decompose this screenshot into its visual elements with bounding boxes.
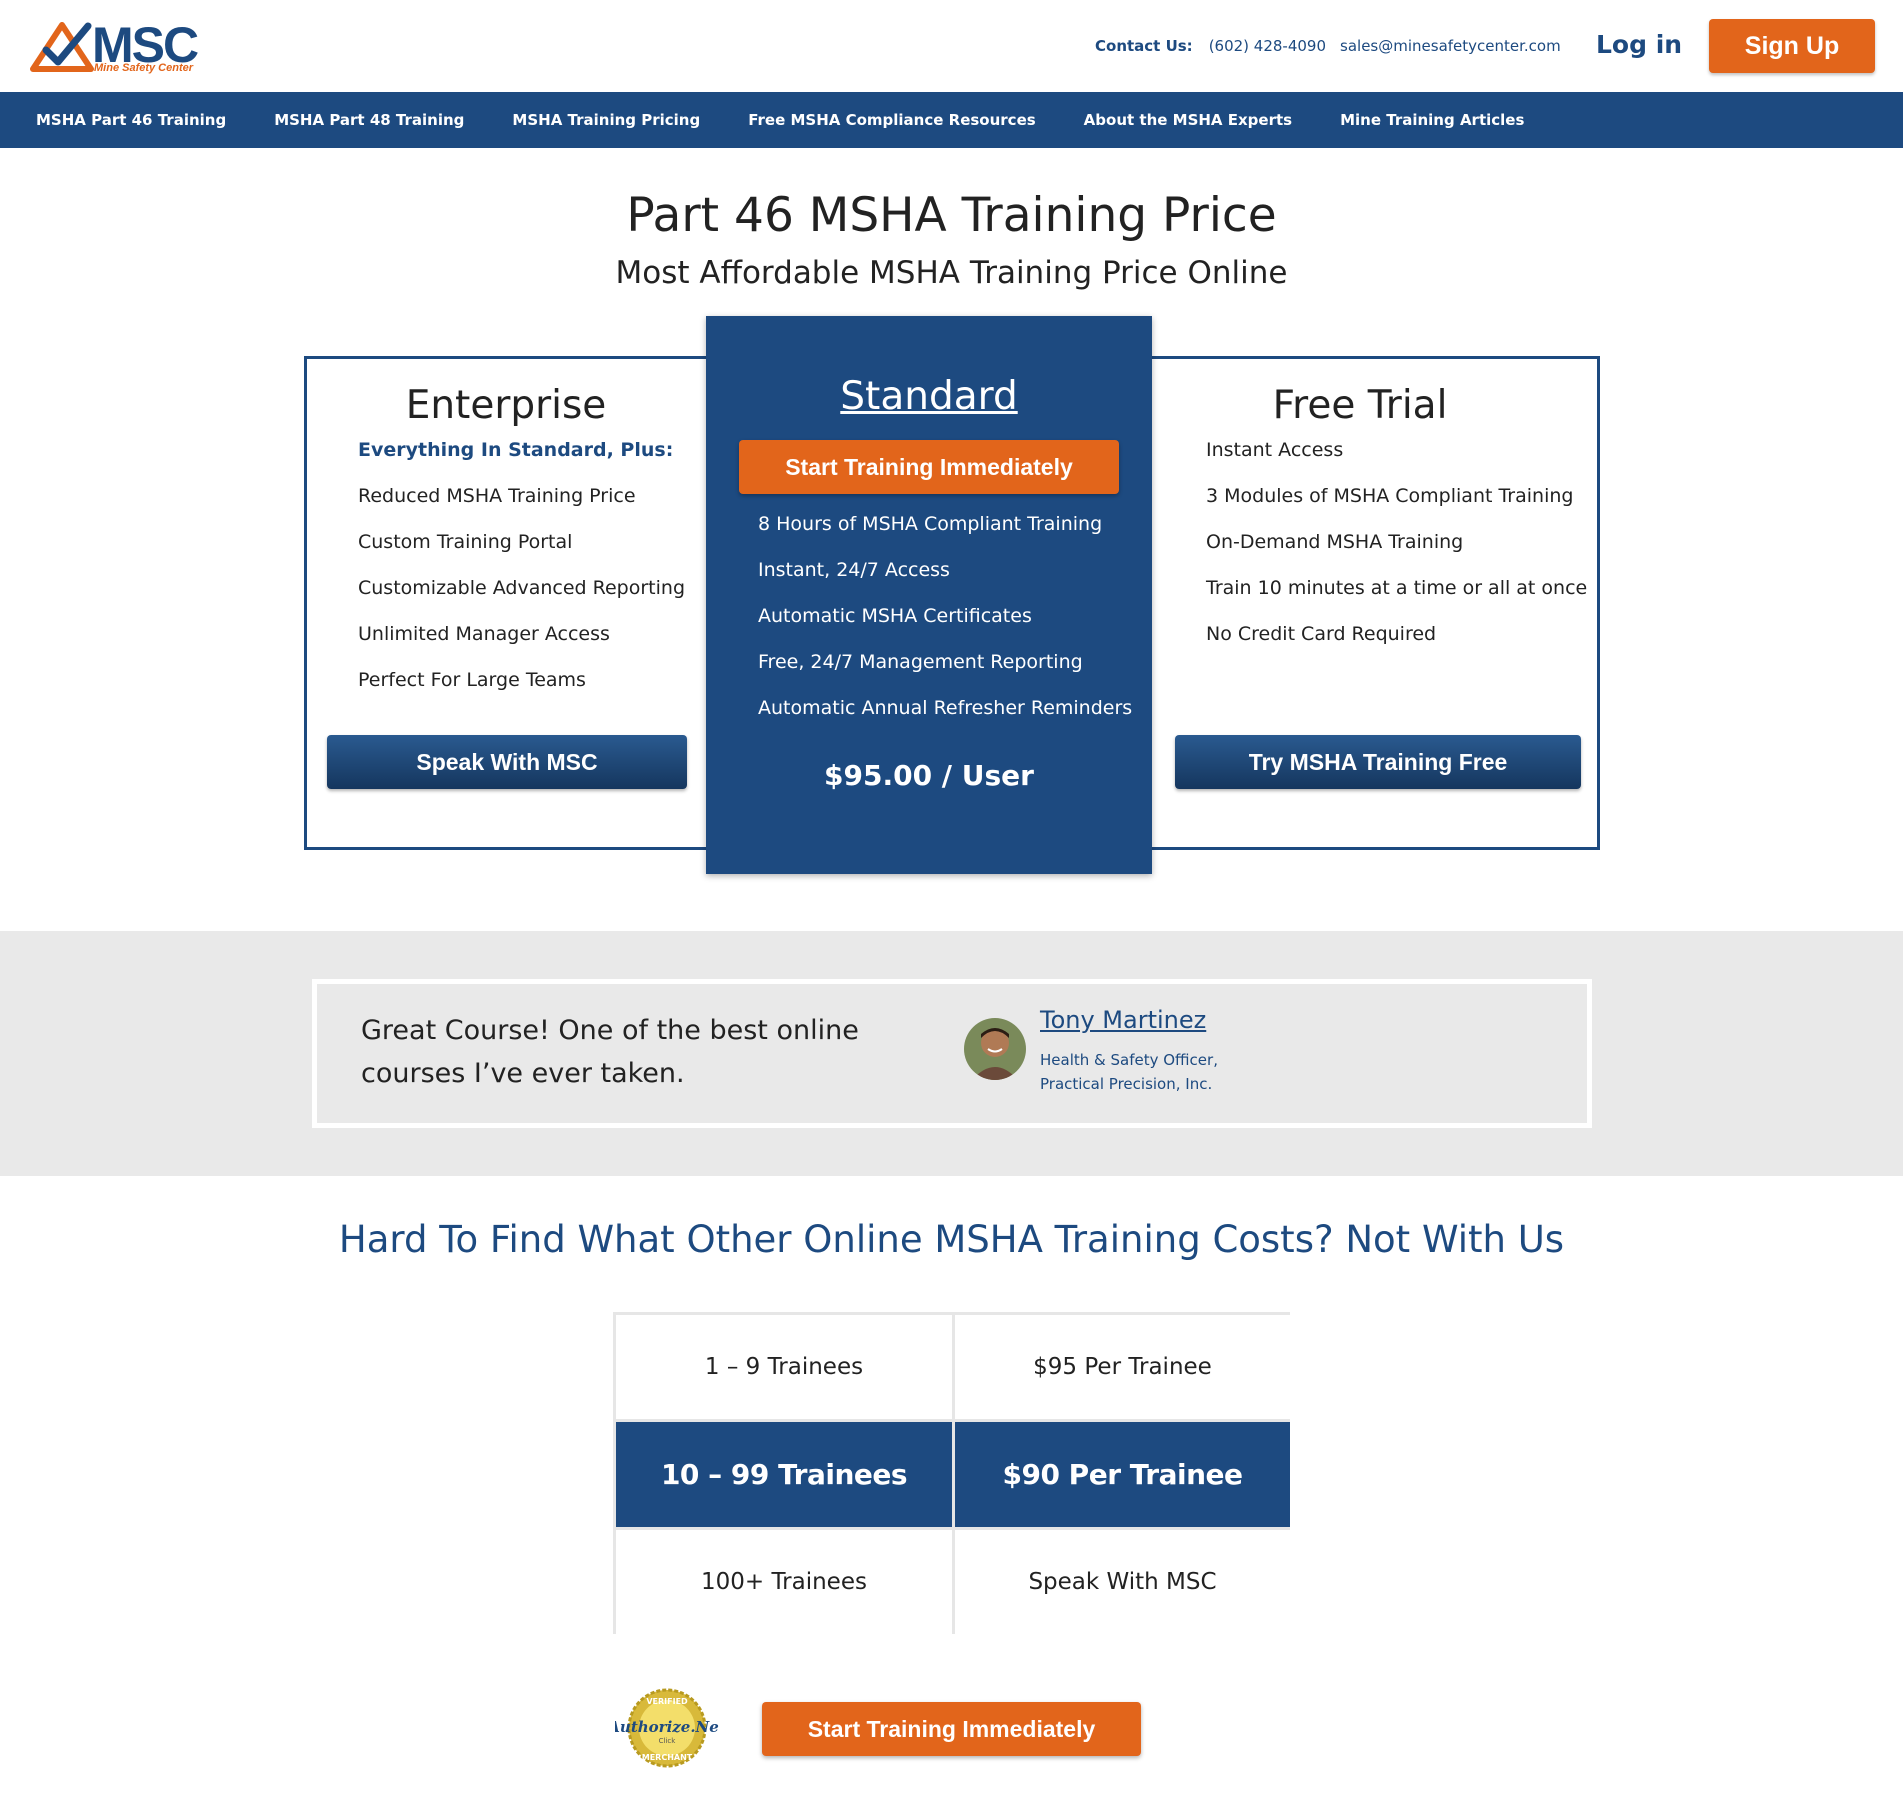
testimonial-role: Health & Safety Officer, Practical Preci… bbox=[1040, 1048, 1218, 1096]
main-nav: MSHA Part 46 Training MSHA Part 48 Train… bbox=[0, 92, 1903, 148]
plan-card-enterprise: Enterprise Everything In Standard, Plus:… bbox=[304, 356, 724, 850]
page-subtitle: Most Affordable MSHA Training Price Onli… bbox=[615, 255, 1288, 291]
authorize-net-seal[interactable]: VERIFIED Authorize.Net Click MERCHANT bbox=[606, 1688, 726, 1768]
plan-feature: Instant, 24/7 Access bbox=[758, 559, 950, 581]
nav-item-part48[interactable]: MSHA Part 48 Training bbox=[274, 111, 464, 129]
table-cell-price: $95 Per Trainee bbox=[955, 1315, 1290, 1419]
logo-subtitle: Mine Safety Center bbox=[94, 62, 194, 74]
nav-item-part46[interactable]: MSHA Part 46 Training bbox=[36, 111, 226, 129]
avatar bbox=[964, 1018, 1026, 1080]
seal-text: Authorize.Net bbox=[615, 1718, 719, 1736]
table-cell-price-highlighted: $90 Per Trainee bbox=[955, 1422, 1290, 1527]
nav-item-resources[interactable]: Free MSHA Compliance Resources bbox=[748, 111, 1035, 129]
nav-item-articles[interactable]: Mine Training Articles bbox=[1340, 111, 1524, 129]
plan-price: $95.00 / User bbox=[824, 759, 1034, 792]
nav-item-about[interactable]: About the MSHA Experts bbox=[1084, 111, 1292, 129]
signup-button[interactable]: Sign Up bbox=[1709, 19, 1875, 73]
quote-line: courses I’ve ever taken. bbox=[361, 1058, 685, 1089]
plan-feature: Free, 24/7 Management Reporting bbox=[758, 651, 1083, 673]
site-header: MSC Mine Safety Center Contact Us: (602) … bbox=[0, 0, 1903, 92]
plan-feature: Instant Access bbox=[1206, 439, 1344, 461]
verified-merchant-seal-icon: VERIFIED Authorize.Net Click MERCHANT bbox=[606, 1688, 726, 1768]
seal-ring-top: VERIFIED bbox=[646, 1697, 688, 1706]
plan-card-standard: Standard Start Training Immediately 8 Ho… bbox=[706, 316, 1152, 874]
plan-feature: On-Demand MSHA Training bbox=[1206, 531, 1464, 553]
costs-heading: Hard To Find What Other Online MSHA Trai… bbox=[338, 1218, 1565, 1261]
plan-title: Free Trial bbox=[1272, 383, 1448, 428]
quote-line: Great Course! One of the best online bbox=[361, 1015, 859, 1046]
role-line: Practical Precision, Inc. bbox=[1040, 1075, 1213, 1093]
plan-title[interactable]: Standard bbox=[706, 374, 1152, 419]
contact-label: Contact Us: bbox=[1095, 37, 1193, 55]
msc-logo[interactable]: MSC Mine Safety Center bbox=[30, 17, 200, 74]
contact-email[interactable]: sales@minesafetycenter.com bbox=[1340, 37, 1561, 55]
table-cell-trainees: 1 – 9 Trainees bbox=[616, 1315, 952, 1419]
plan-feature: 3 Modules of MSHA Compliant Training bbox=[1206, 485, 1574, 507]
plan-feature: Automatic MSHA Certificates bbox=[758, 605, 1032, 627]
table-cell-trainees: 100+ Trainees bbox=[616, 1530, 952, 1634]
try-free-button[interactable]: Try MSHA Training Free bbox=[1175, 735, 1581, 789]
plan-feature: Perfect For Large Teams bbox=[358, 669, 586, 691]
seal-click: Click bbox=[659, 1737, 677, 1745]
pricing-table: 1 – 9 Trainees $95 Per Trainee 10 – 99 T… bbox=[613, 1312, 1290, 1634]
plan-feature: Train 10 minutes at a time or all at onc… bbox=[1206, 577, 1588, 599]
nav-item-pricing[interactable]: MSHA Training Pricing bbox=[512, 111, 700, 129]
testimonial-card: Great Course! One of the best online cou… bbox=[312, 979, 1592, 1128]
plan-title: Enterprise bbox=[405, 383, 607, 428]
contact-info: Contact Us: (602) 428-4090 sales@minesafet… bbox=[1095, 37, 1575, 55]
testimonial-quote: Great Course! One of the best online cou… bbox=[361, 1009, 881, 1095]
plan-feature: Custom Training Portal bbox=[358, 531, 573, 553]
login-link[interactable]: Log in bbox=[1596, 30, 1682, 59]
plan-card-free-trial: Free Trial Instant Access 3 Modules of M… bbox=[1140, 356, 1600, 850]
plan-highlight: Everything In Standard, Plus: bbox=[358, 439, 674, 461]
contact-phone[interactable]: (602) 428-4090 bbox=[1209, 37, 1326, 55]
start-training-button[interactable]: Start Training Immediately bbox=[739, 440, 1119, 494]
plan-feature: 8 Hours of MSHA Compliant Training bbox=[758, 513, 1103, 535]
role-line: Health & Safety Officer, bbox=[1040, 1051, 1218, 1069]
speak-with-msc-button[interactable]: Speak With MSC bbox=[327, 735, 687, 789]
page-title: Part 46 MSHA Training Price bbox=[626, 188, 1277, 243]
plan-feature: Customizable Advanced Reporting bbox=[358, 577, 686, 599]
plan-feature: Automatic Annual Refresher Reminders bbox=[758, 697, 1133, 719]
table-cell-price: Speak With MSC bbox=[955, 1530, 1290, 1634]
logo-triangle-icon bbox=[30, 22, 94, 72]
testimonial-name[interactable]: Tony Martinez bbox=[1040, 1006, 1206, 1034]
seal-ring-bottom: MERCHANT bbox=[642, 1753, 693, 1762]
start-training-button-bottom[interactable]: Start Training Immediately bbox=[762, 1702, 1141, 1756]
plan-feature: No Credit Card Required bbox=[1206, 623, 1437, 645]
table-cell-trainees-highlighted: 10 – 99 Trainees bbox=[616, 1422, 952, 1527]
plan-feature: Unlimited Manager Access bbox=[358, 623, 610, 645]
plan-feature: Reduced MSHA Training Price bbox=[358, 485, 636, 507]
